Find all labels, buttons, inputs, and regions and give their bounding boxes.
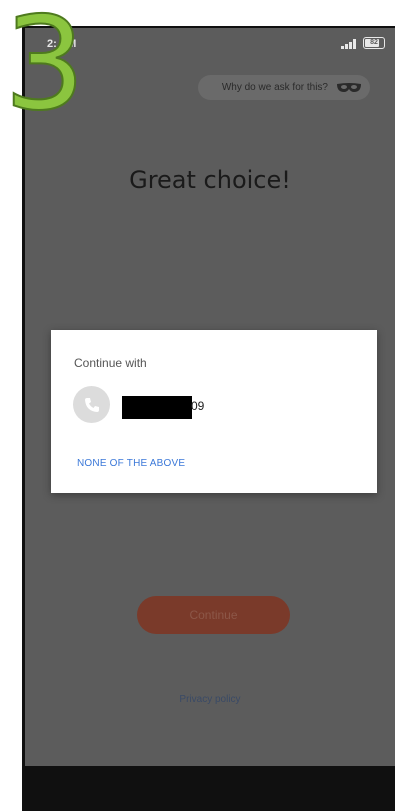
status-icons: 82 <box>341 37 385 49</box>
page: 2: PM 82 Why do we ask for this? Great c… <box>0 0 395 811</box>
battery-level: 82 <box>370 39 378 46</box>
dialog-title: Continue with <box>74 356 147 370</box>
why-do-we-ask-button[interactable]: Why do we ask for this? <box>198 75 370 100</box>
phone-number-option[interactable]: 09 <box>73 386 353 426</box>
signal-icon <box>341 38 356 49</box>
step-number-text: 3 <box>4 0 85 120</box>
redacted-phone-number <box>122 396 192 419</box>
mask-icon <box>337 82 361 92</box>
privacy-policy-link[interactable]: Privacy policy <box>25 694 395 705</box>
phone-number-suffix: 09 <box>191 399 205 413</box>
continue-button[interactable]: Continue <box>137 596 290 634</box>
battery-icon: 82 <box>363 37 385 49</box>
none-of-the-above-button[interactable]: NONE OF THE ABOVE <box>77 458 185 469</box>
phone-number-hint-dialog: Continue with 09 NONE OF THE ABOVE <box>51 330 377 493</box>
page-title: Great choice! <box>129 166 291 194</box>
phone-avatar <box>73 386 110 423</box>
step-number-annotation: 3 <box>3 0 86 120</box>
phone-icon <box>84 397 99 412</box>
why-do-we-ask-label: Why do we ask for this? <box>221 82 328 93</box>
